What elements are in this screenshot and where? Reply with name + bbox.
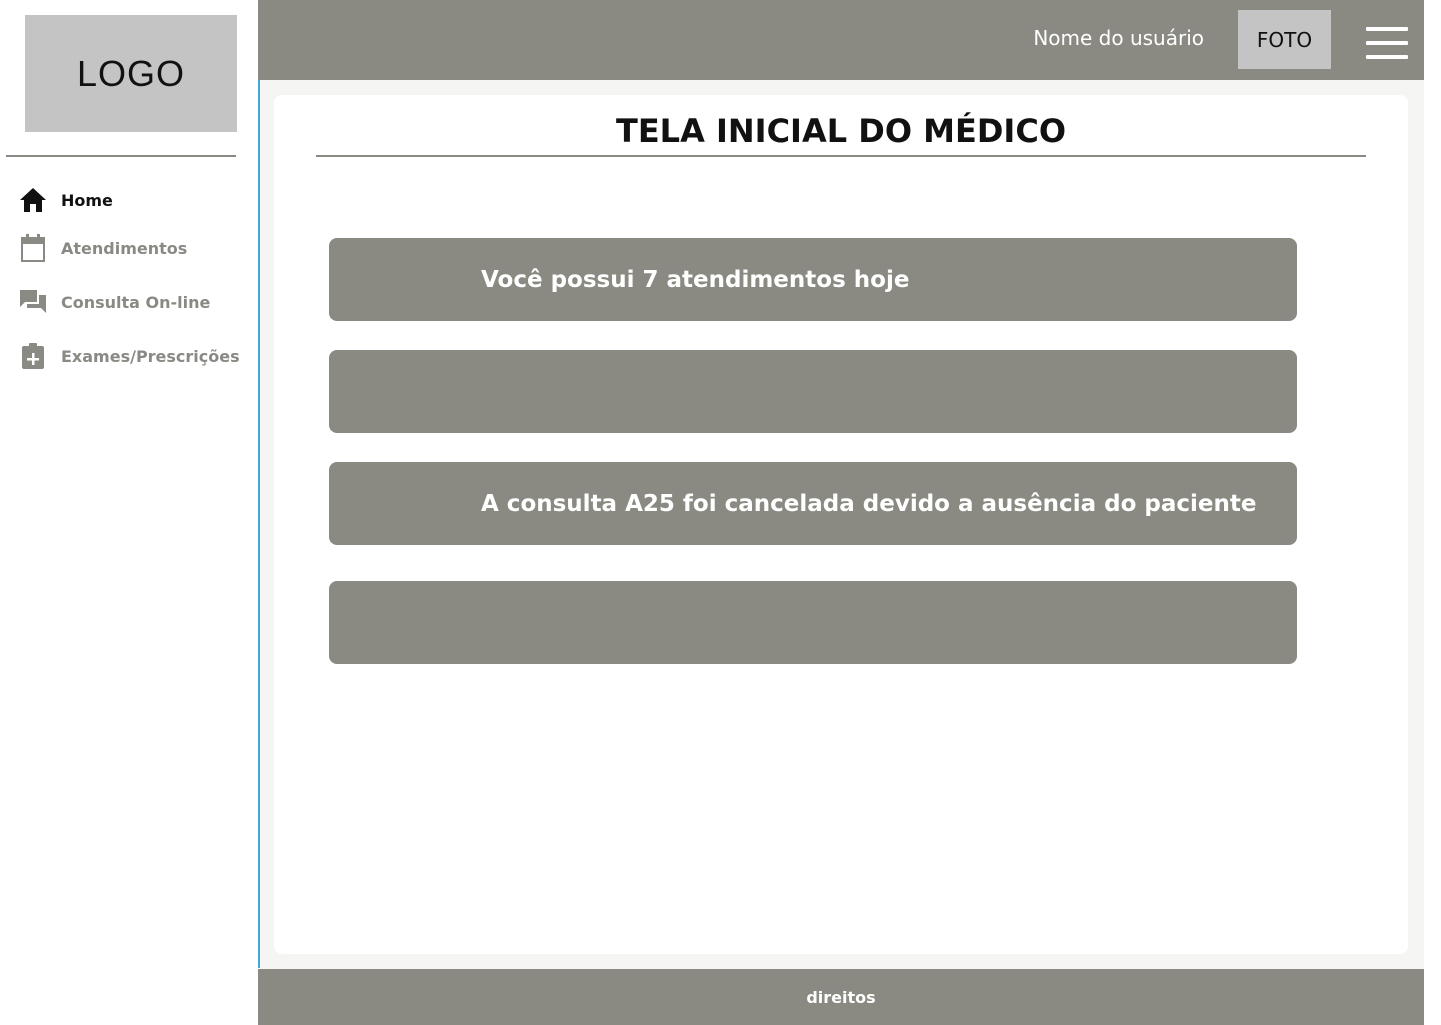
calendar-icon: [18, 233, 48, 263]
sidebar: LOGO Home Atendimentos Consulta On-line …: [0, 0, 258, 1025]
notice-card[interactable]: [329, 581, 1297, 664]
notice-card[interactable]: A consulta A25 foi cancelada devido a au…: [329, 462, 1297, 545]
page-title: TELA INICIAL DO MÉDICO: [615, 112, 1067, 150]
sidebar-divider: [6, 155, 236, 157]
hamburger-menu-icon[interactable]: [1366, 27, 1408, 59]
sidebar-item-consulta-online[interactable]: Consulta On-line: [18, 284, 210, 320]
sidebar-item-label: Exames/Prescrições: [61, 346, 240, 366]
footer-text: direitos: [806, 987, 876, 1007]
username[interactable]: Nome do usuário: [1033, 26, 1204, 50]
profile-photo[interactable]: FOTO: [1238, 10, 1331, 69]
sidebar-item-exames-prescricoes[interactable]: Exames/Prescrições: [18, 338, 240, 374]
chat-icon: [18, 287, 48, 317]
notice-card[interactable]: [329, 350, 1297, 433]
sidebar-item-label: Atendimentos: [61, 238, 188, 258]
sidebar-item-label: Home: [61, 190, 113, 210]
title-divider: [316, 155, 1366, 157]
clipboard-plus-icon: [18, 341, 48, 371]
notice-card[interactable]: Você possui 7 atendimentos hoje: [329, 238, 1297, 321]
footer: direitos: [258, 969, 1424, 1025]
top-bar: Nome do usuário FOTO: [258, 0, 1424, 80]
sidebar-item-home[interactable]: Home: [18, 182, 113, 218]
home-icon: [18, 185, 48, 215]
sidebar-item-label: Consulta On-line: [61, 292, 211, 312]
sidebar-item-atendimentos[interactable]: Atendimentos: [18, 230, 187, 266]
logo: LOGO: [25, 15, 237, 132]
